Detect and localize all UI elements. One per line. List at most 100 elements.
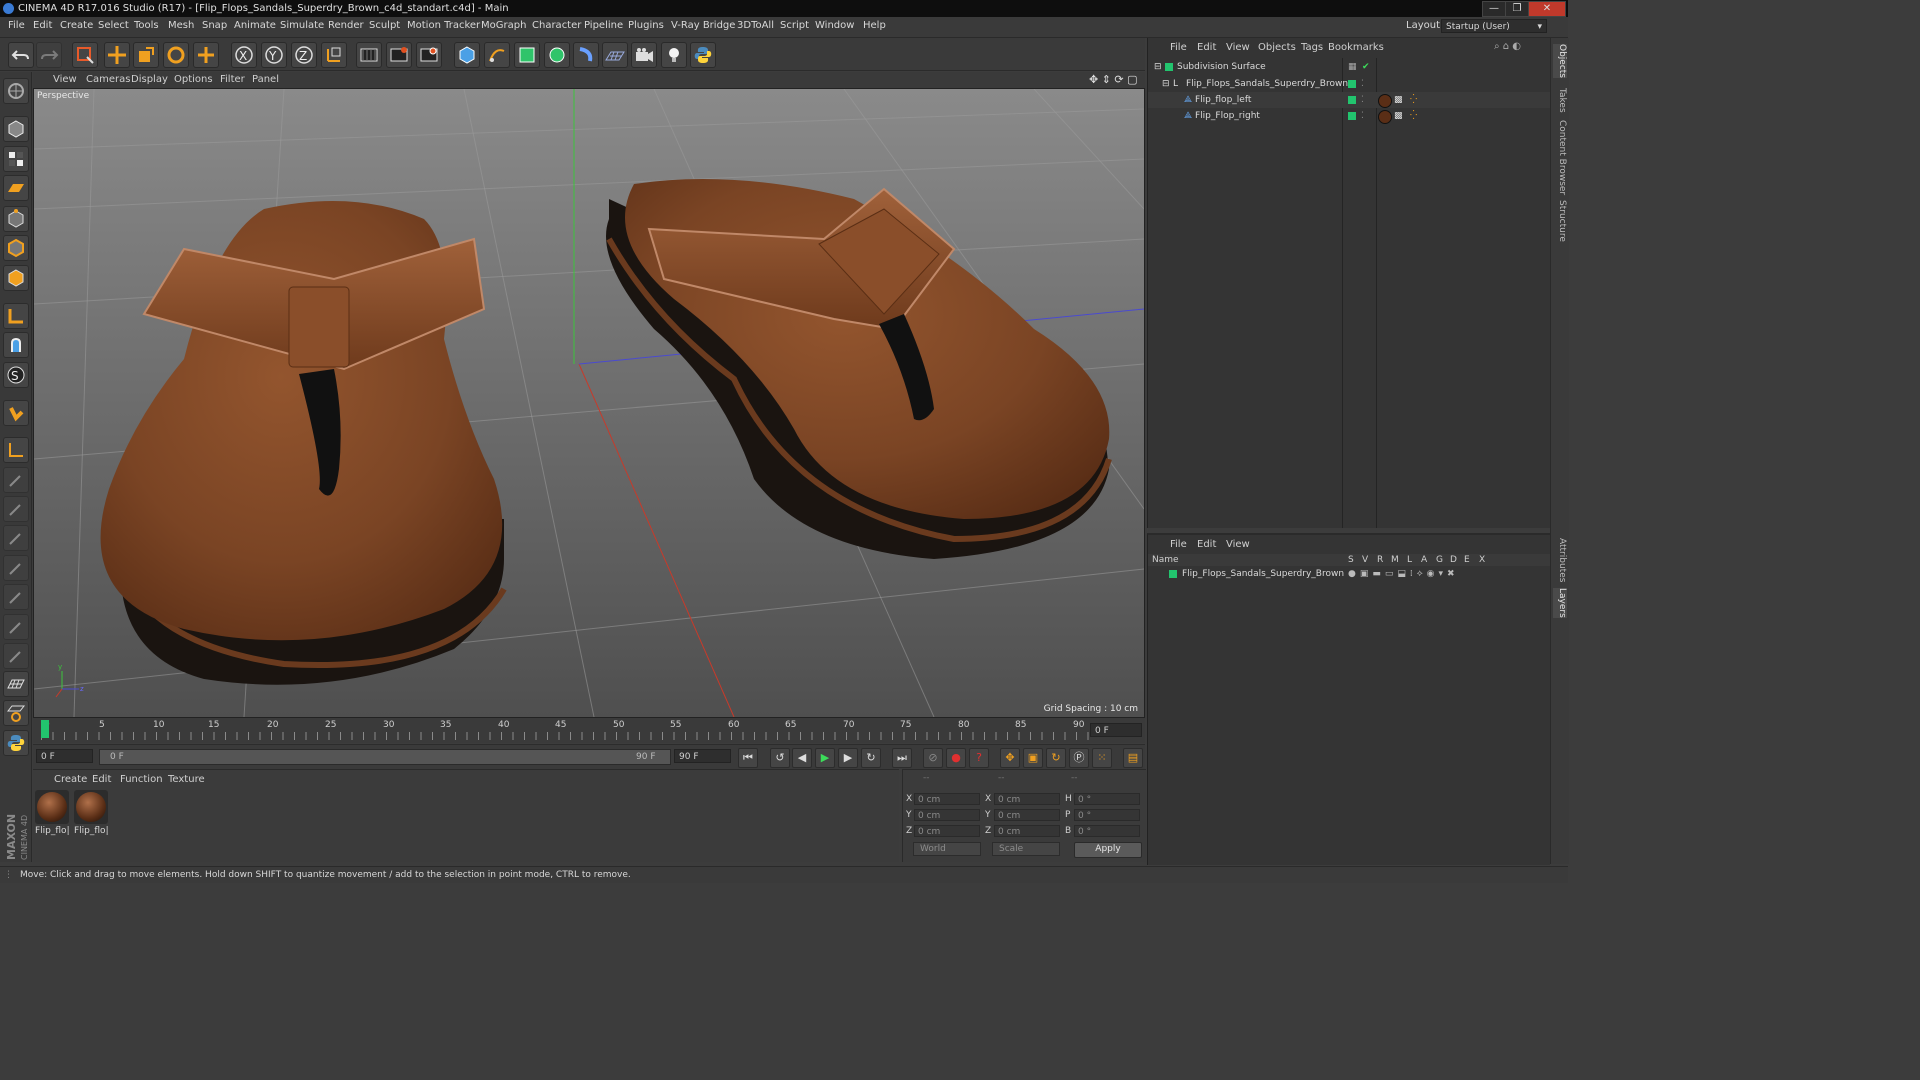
material-swatch[interactable]	[74, 790, 108, 824]
range-slider[interactable]: 0 F 90 F	[99, 749, 671, 765]
visibility-dots[interactable]: ▦	[1348, 59, 1357, 75]
viewport-menu-display[interactable]: Display	[131, 74, 168, 85]
menu-edit[interactable]: Edit	[33, 20, 52, 31]
model-mode-button[interactable]	[3, 116, 29, 142]
python-console-button[interactable]	[3, 730, 29, 756]
playhead[interactable]	[41, 720, 49, 738]
objects-menu-file[interactable]: File	[1170, 42, 1187, 53]
size-x-field[interactable]: 0 cm	[994, 793, 1060, 805]
coordinate-system-button[interactable]	[321, 42, 347, 68]
sculpt-brush-6-button[interactable]	[3, 614, 29, 640]
python-script-button[interactable]	[690, 42, 716, 68]
cloner-button[interactable]	[544, 42, 570, 68]
objects-menu-objects[interactable]: Objects	[1258, 42, 1296, 53]
undo-button[interactable]	[8, 42, 34, 68]
position-z-field[interactable]: 0 cm	[914, 825, 980, 837]
material-tag-icon[interactable]	[1378, 94, 1392, 108]
object-row-right[interactable]: ⟁ Flip_Flop_right ⁚ ▩ ⁛	[1148, 108, 1550, 124]
menu-plugins[interactable]: Plugins	[628, 20, 664, 31]
tab-content-browser[interactable]: Content Browser	[1553, 120, 1567, 195]
rotation-h-field[interactable]: 0 °	[1074, 793, 1140, 805]
cube-primitive-button[interactable]	[454, 42, 480, 68]
objects-menu-tags[interactable]: Tags	[1301, 42, 1323, 53]
layers-menu-view[interactable]: View	[1226, 539, 1250, 550]
object-row-left[interactable]: ⟁ Flip_flop_left ⁚ ▩ ⁛	[1148, 92, 1550, 108]
key-pla-button[interactable]: ⁙	[1092, 748, 1112, 768]
rotate-tool-button[interactable]	[163, 42, 189, 68]
snap-button[interactable]: S	[3, 362, 29, 388]
apply-button[interactable]: Apply	[1074, 842, 1142, 858]
uvw-tag-icon[interactable]: ▩	[1394, 92, 1403, 108]
pen-spline-button[interactable]	[484, 42, 510, 68]
paint-tool-button[interactable]	[3, 700, 29, 726]
key-rotation-button[interactable]: ↻	[1046, 748, 1066, 768]
phong-tag-icon[interactable]: ⁛	[1410, 108, 1417, 124]
menu-render[interactable]: Render	[328, 20, 364, 31]
3d-viewport[interactable]: y z Perspective Grid Spacing : 10 cm	[33, 88, 1145, 718]
redo-button[interactable]	[36, 42, 62, 68]
tab-attributes[interactable]: Attributes	[1553, 538, 1567, 582]
autokey-button[interactable]: ●	[946, 748, 966, 768]
deformer-button[interactable]	[573, 42, 599, 68]
material-tag-icon[interactable]	[1378, 110, 1392, 124]
objects-menu-bookmarks[interactable]: Bookmarks	[1328, 42, 1384, 53]
size-z-field[interactable]: 0 cm	[994, 825, 1060, 837]
make-editable-button[interactable]	[3, 78, 29, 104]
menu-animate[interactable]: Animate	[234, 20, 276, 31]
tab-layers[interactable]: Layers	[1553, 588, 1567, 618]
prev-frame-button[interactable]: ◀	[792, 748, 812, 768]
coordinate-space-dropdown[interactable]: World	[913, 842, 981, 856]
viewport-nav-icons[interactable]: ✥ ⇕ ⟳ ▢	[1089, 73, 1138, 86]
size-mode-dropdown[interactable]: Scale	[992, 842, 1060, 856]
close-button[interactable]: ✕	[1528, 1, 1566, 17]
visibility-dots[interactable]: ⁚	[1361, 92, 1364, 108]
menu-select[interactable]: Select	[98, 20, 129, 31]
menu-motion-tracker[interactable]: Motion Tracker	[407, 20, 480, 31]
sculpt-brush-7-button[interactable]	[3, 643, 29, 669]
material-swatch[interactable]	[35, 790, 69, 824]
uvw-tag-icon[interactable]: ▩	[1394, 108, 1403, 124]
start-frame-field[interactable]: 0 F	[36, 749, 93, 763]
visibility-dots[interactable]: ⁚	[1361, 108, 1364, 124]
menu-create[interactable]: Create	[60, 20, 93, 31]
phong-tag-icon[interactable]: ⁛	[1410, 92, 1417, 108]
menu-tools[interactable]: Tools	[134, 20, 159, 31]
render-settings-button[interactable]	[416, 42, 442, 68]
viewport-menu-cameras[interactable]: Cameras	[86, 74, 130, 85]
timeline-ruler[interactable]: 0 5 10 15 20 25 30 35 40 45 50 55 60 65 …	[33, 718, 1145, 743]
menu-snap[interactable]: Snap	[202, 20, 227, 31]
menu-character[interactable]: Character	[532, 20, 581, 31]
timeline-window-button[interactable]: ▤	[1123, 748, 1143, 768]
camera-button[interactable]	[631, 42, 657, 68]
enabled-check-icon[interactable]: ✔	[1362, 59, 1370, 75]
menu-vray-bridge[interactable]: V-Ray Bridge	[671, 20, 735, 31]
transform-tool-button[interactable]	[193, 42, 219, 68]
menu-sculpt[interactable]: Sculpt	[369, 20, 400, 31]
next-key-button[interactable]: ↻	[861, 748, 881, 768]
viewport-menu-view[interactable]: View	[53, 74, 77, 85]
object-row-group[interactable]: ⊟ L Flip_Flops_Sandals_Superdry_Brown ⁚	[1148, 76, 1550, 92]
viewport-menu-filter[interactable]: Filter	[220, 74, 245, 85]
subdivision-surface-button[interactable]	[514, 42, 540, 68]
material-menu-function[interactable]: Function	[120, 774, 163, 785]
scale-tool-button[interactable]	[133, 42, 159, 68]
y-axis-lock-button[interactable]: Y	[261, 42, 287, 68]
grid-tool-button[interactable]	[3, 671, 29, 697]
expand-icon[interactable]: ⊟	[1162, 76, 1170, 92]
search-icon[interactable]: ⌕ ⌂ ◐	[1494, 41, 1521, 52]
visibility-dots[interactable]: ⁚	[1361, 76, 1364, 92]
material-menu-texture[interactable]: Texture	[168, 774, 205, 785]
keyframe-selection-button[interactable]: ?	[969, 748, 989, 768]
light-button[interactable]	[661, 42, 687, 68]
render-view-button[interactable]	[356, 42, 382, 68]
polygons-mode-button[interactable]	[3, 265, 29, 291]
object-row-subdivision[interactable]: ⊟ Subdivision Surface ▦ ✔	[1148, 59, 1550, 75]
workplane-axis-button[interactable]	[3, 437, 29, 463]
layers-menu-file[interactable]: File	[1170, 539, 1187, 550]
points-mode-button[interactable]	[3, 206, 29, 232]
position-x-field[interactable]: 0 cm	[914, 793, 980, 805]
objects-menu-view[interactable]: View	[1226, 42, 1250, 53]
viewport-menu-panel[interactable]: Panel	[252, 74, 279, 85]
menu-pipeline[interactable]: Pipeline	[584, 20, 623, 31]
layers-menu-edit[interactable]: Edit	[1197, 539, 1216, 550]
